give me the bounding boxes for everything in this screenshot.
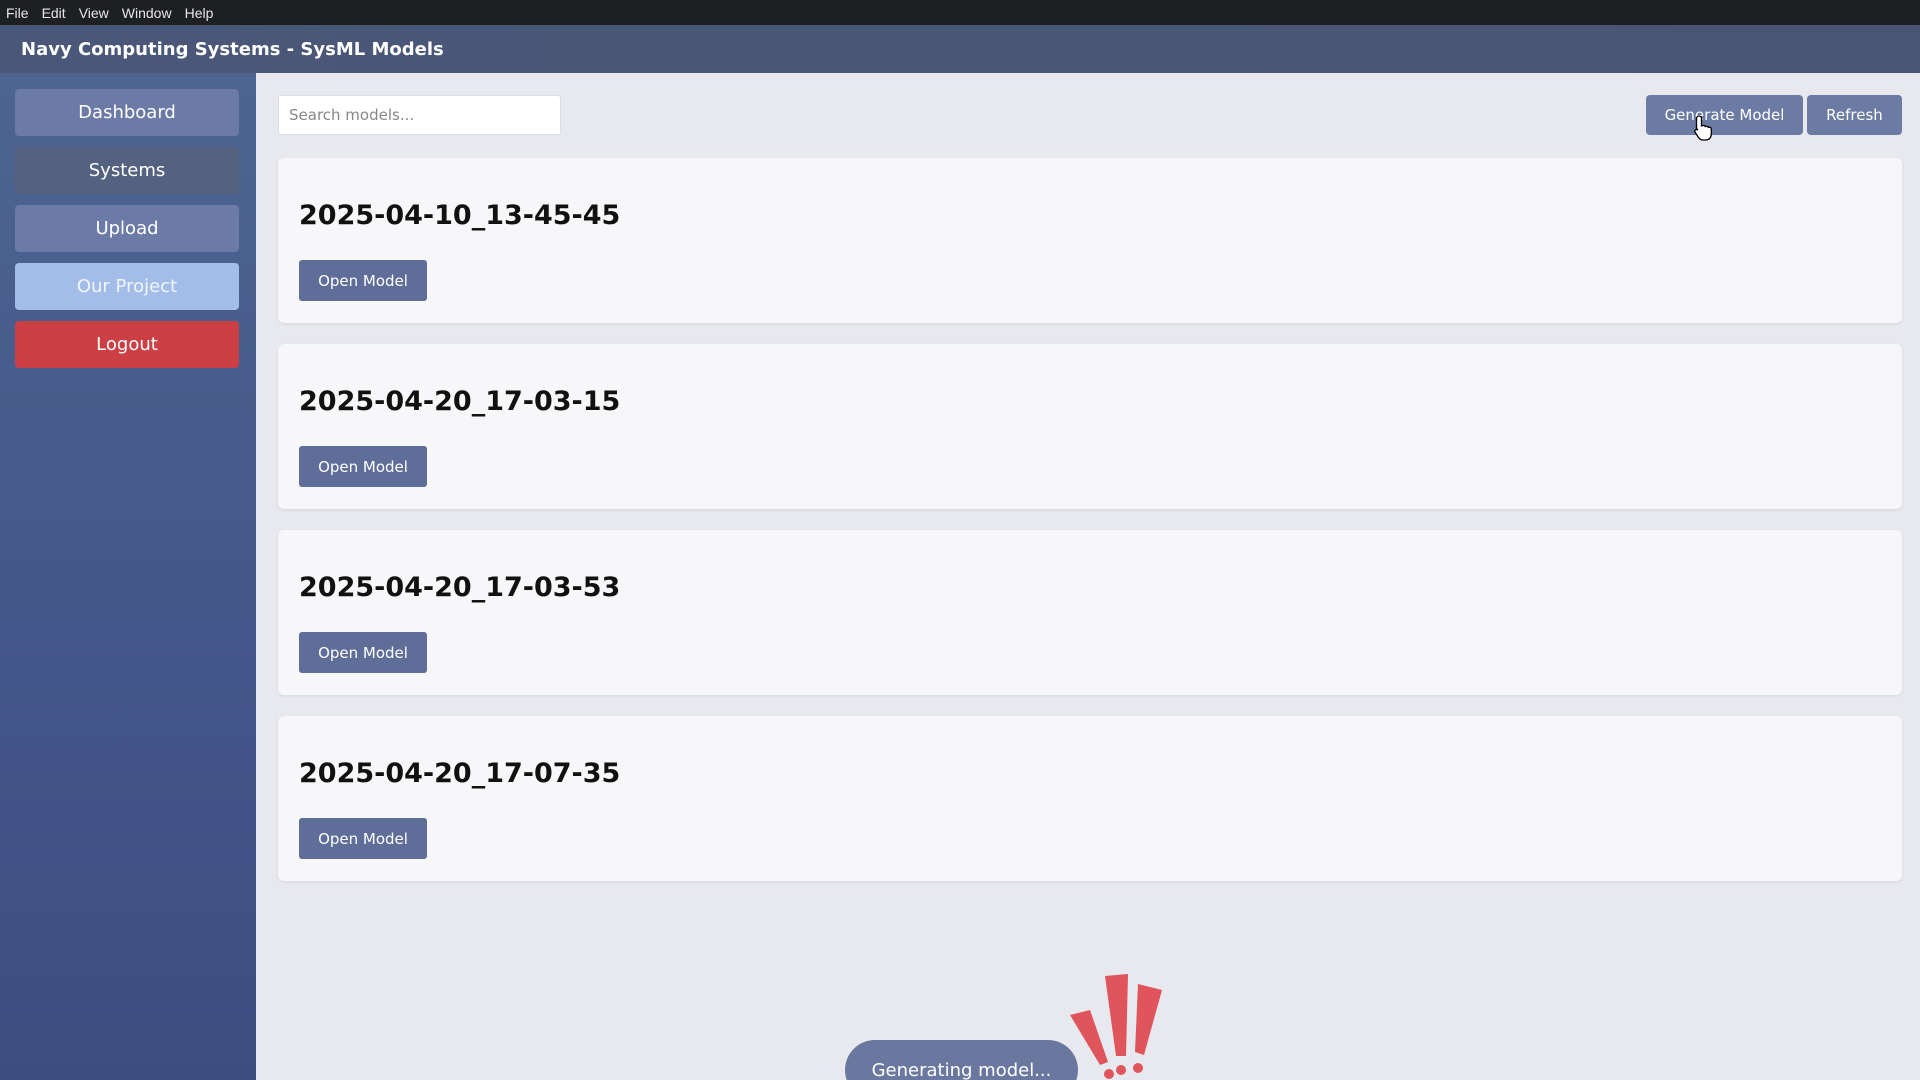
menu-edit[interactable]: Edit bbox=[42, 5, 66, 21]
model-title: 2025-04-20_17-03-53 bbox=[299, 572, 621, 603]
app-title: Navy Computing Systems - SysML Models bbox=[21, 38, 444, 60]
sidebar-item-our-project[interactable]: Our Project bbox=[15, 263, 239, 310]
open-model-button[interactable]: Open Model bbox=[299, 818, 427, 859]
menu-help[interactable]: Help bbox=[185, 5, 214, 21]
menu-view[interactable]: View bbox=[79, 5, 109, 21]
open-model-button[interactable]: Open Model bbox=[299, 446, 427, 487]
open-model-button[interactable]: Open Model bbox=[299, 260, 427, 301]
sidebar-item-upload[interactable]: Upload bbox=[15, 205, 239, 252]
model-card: 2025-04-20_17-03-15 Open Model bbox=[278, 344, 1902, 509]
menu-bar: File Edit View Window Help bbox=[0, 0, 1920, 25]
main-content: Generate Model Refresh 2025-04-10_13-45-… bbox=[256, 73, 1920, 1080]
generating-toast: Generating model... bbox=[845, 1040, 1078, 1080]
model-card: 2025-04-20_17-07-35 Open Model bbox=[278, 716, 1902, 881]
exclamation-burst-icon bbox=[1070, 974, 1162, 1079]
refresh-button[interactable]: Refresh bbox=[1807, 95, 1902, 135]
search-input[interactable] bbox=[278, 95, 561, 135]
menu-file[interactable]: File bbox=[6, 5, 29, 21]
model-title: 2025-04-20_17-07-35 bbox=[299, 758, 621, 789]
model-card: 2025-04-10_13-45-45 Open Model bbox=[278, 158, 1902, 323]
model-title: 2025-04-10_13-45-45 bbox=[299, 200, 621, 231]
generate-model-button[interactable]: Generate Model bbox=[1646, 95, 1803, 135]
model-card: 2025-04-20_17-03-53 Open Model bbox=[278, 530, 1902, 695]
model-title: 2025-04-20_17-03-15 bbox=[299, 386, 621, 417]
menu-window[interactable]: Window bbox=[122, 5, 172, 21]
sidebar-item-systems[interactable]: Systems bbox=[15, 147, 239, 194]
toast-text: Generating model... bbox=[871, 1060, 1052, 1080]
hand-pointer-icon bbox=[1694, 115, 1712, 141]
logout-button[interactable]: Logout bbox=[15, 321, 239, 368]
sidebar-item-dashboard[interactable]: Dashboard bbox=[15, 89, 239, 136]
app-header: Navy Computing Systems - SysML Models bbox=[0, 25, 1920, 73]
sidebar: Dashboard Systems Upload Our Project Log… bbox=[0, 73, 256, 1080]
open-model-button[interactable]: Open Model bbox=[299, 632, 427, 673]
